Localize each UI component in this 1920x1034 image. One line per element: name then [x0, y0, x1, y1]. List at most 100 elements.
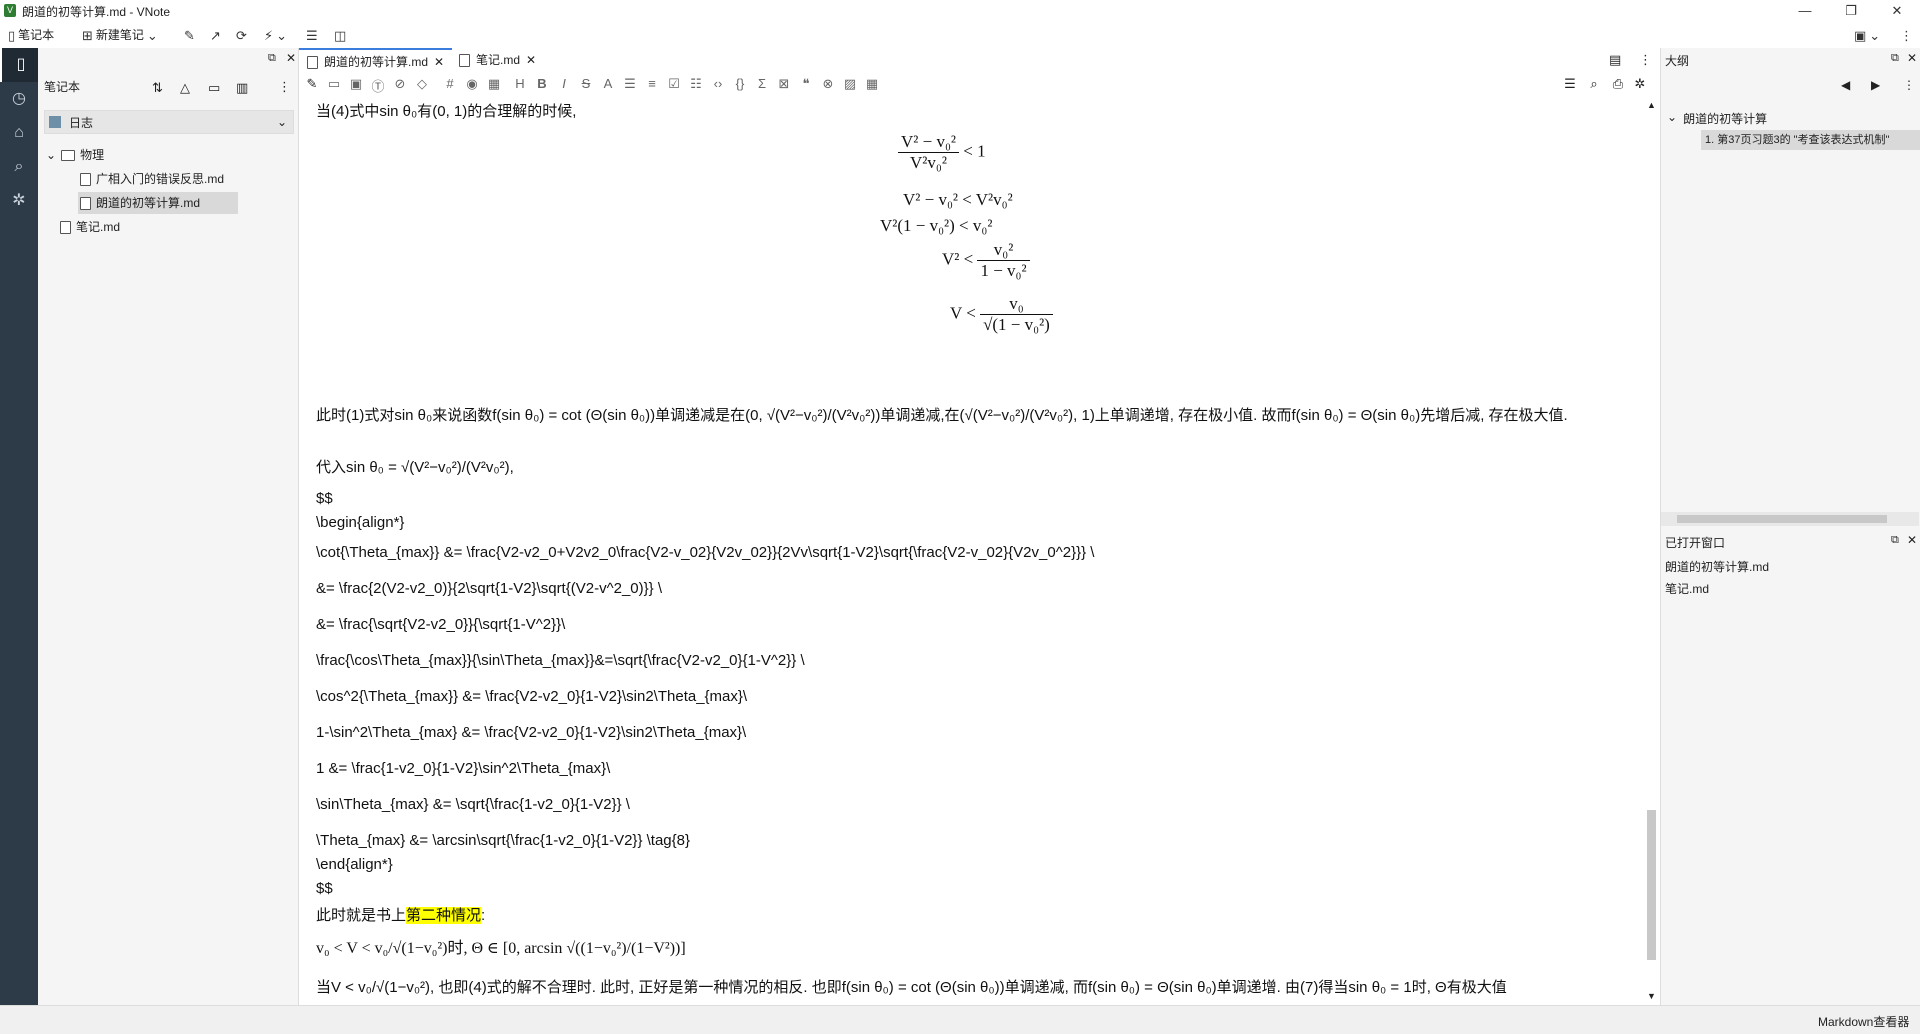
tree-folder[interactable]: ⌄ 物理: [46, 144, 104, 166]
latex-line: \frac{\cos\Theta_{max}}{\sin\Theta_{max}…: [316, 652, 805, 669]
new-folder-icon[interactable]: ▭: [208, 80, 220, 96]
outline-toggle-icon[interactable]: ☰: [1559, 76, 1581, 92]
chevron-down-icon[interactable]: ⌄: [147, 29, 158, 42]
tree-file-selected[interactable]: 朗道的初等计算.md: [78, 192, 238, 214]
outline-hscrollbar[interactable]: [1661, 512, 1919, 526]
latex-line: $$: [316, 490, 333, 507]
tree-file[interactable]: 广相入门的错误反思.md: [80, 168, 224, 190]
scroll-down-icon[interactable]: ▼: [1647, 991, 1656, 1001]
outline-next-icon[interactable]: ▶: [1871, 78, 1880, 92]
tools-icon[interactable]: ✲: [1629, 76, 1651, 92]
ordered-list-icon[interactable]: ≡: [641, 76, 663, 91]
close-panel-icon[interactable]: ✕: [286, 51, 296, 65]
strikethrough-icon[interactable]: S: [575, 76, 597, 91]
minimize-button[interactable]: —: [1782, 0, 1828, 22]
library-icon[interactable]: ▥: [236, 80, 248, 96]
paragraph-1: 此时(1)式对sin θ₀来说函数f(sin θ₀) = cot (Θ(sin …: [316, 407, 1568, 424]
insert-image-icon[interactable]: ▨: [839, 76, 861, 92]
tab[interactable]: 笔记.md ✕: [451, 48, 544, 72]
scrollbar-thumb[interactable]: [1647, 810, 1656, 960]
close-tab-icon[interactable]: ✕: [526, 48, 536, 72]
tree-file[interactable]: 笔记.md: [60, 216, 120, 238]
italic-icon[interactable]: I: [553, 76, 575, 91]
close-button[interactable]: ✕: [1874, 0, 1920, 22]
unordered-list-icon[interactable]: ☰: [619, 76, 641, 92]
float-panel-icon[interactable]: ⧉: [268, 52, 276, 65]
new-note-button[interactable]: ⊞ 新建笔记 ⌄: [82, 26, 158, 44]
settings-icon[interactable]: ☰: [306, 26, 318, 44]
notebook-explorer-icon[interactable]: ▯: [0, 48, 40, 82]
heading-icon[interactable]: #: [439, 76, 461, 91]
markdown-viewer: 当(4)式中sin θ₀有(0, 1)的合理解的时候, V² − v₀² V²v₀…: [312, 98, 1642, 1005]
tab-more-icon[interactable]: ⋮: [1639, 52, 1652, 68]
float-panel-icon[interactable]: ⧉: [1891, 534, 1899, 547]
panel-icon[interactable]: ◫: [334, 26, 346, 44]
link-icon[interactable]: ⊗: [817, 76, 839, 92]
restore-button[interactable]: ❐: [1828, 0, 1874, 22]
outline-root-label: 朗道的初等计算: [1683, 112, 1768, 126]
app-icon: V: [4, 4, 16, 17]
type-icon[interactable]: Ⓣ: [367, 76, 389, 95]
tag-icon[interactable]: ⌂: [0, 116, 38, 150]
edit-icon[interactable]: ✎: [184, 26, 195, 44]
print-icon[interactable]: ⎙: [1607, 76, 1629, 92]
open-external-icon[interactable]: ↗: [210, 26, 221, 44]
view-icon[interactable]: ▣: [345, 76, 367, 92]
equation-1: V² − v₀² V²v₀² < 1: [898, 132, 986, 173]
bold-icon[interactable]: B: [531, 76, 553, 91]
tab-list-icon[interactable]: ▤: [1609, 52, 1621, 68]
book-icon: ▯: [8, 27, 16, 43]
outline-panel: 大纲 ⧉ ✕ ◀ ▶ ⋮ ⌄ 朗道的初等计算 1. 第37页习题3的 "考查该表达…: [1660, 48, 1920, 528]
equation-3: V²(1 − v₀²) < v₀²: [880, 216, 993, 235]
todo-list-icon[interactable]: ☑: [663, 76, 685, 92]
navpanel-more-icon[interactable]: ⋮: [278, 79, 291, 95]
outline-more-icon[interactable]: ⋮: [1903, 78, 1915, 92]
layout-icon[interactable]: ▣ ⌄: [1854, 26, 1880, 44]
notebook-selector[interactable]: 日志 ⌄: [44, 110, 294, 134]
history-icon[interactable]: ◷: [0, 82, 38, 116]
sort-icon[interactable]: ⇅: [152, 80, 163, 96]
header-icon[interactable]: H: [509, 76, 531, 91]
outline-prev-icon[interactable]: ◀: [1841, 78, 1850, 92]
sync-icon[interactable]: ⟳: [236, 26, 247, 44]
chevron-down-icon[interactable]: ⌄: [277, 115, 287, 129]
folder-label: 物理: [80, 148, 105, 162]
image-icon[interactable]: ▦: [483, 76, 505, 92]
table-icon[interactable]: ▦: [861, 76, 883, 92]
notebook-menu[interactable]: ▯ 笔记本: [8, 26, 54, 44]
preview-icon[interactable]: ◉: [461, 76, 483, 92]
chevron-down-icon[interactable]: ⌄: [46, 144, 56, 166]
scroll-up-icon[interactable]: ▲: [1647, 100, 1656, 110]
tag-icon[interactable]: ◇: [411, 76, 433, 92]
outline-item[interactable]: 1. 第37页习题3的 "考查该表达式机制": [1701, 130, 1920, 150]
float-panel-icon[interactable]: ⧉: [1891, 52, 1899, 65]
find-icon[interactable]: ⌕: [1583, 76, 1605, 92]
flash-icon[interactable]: ⚡ ⌄: [264, 26, 287, 44]
editor-mode-status[interactable]: Markdown查看器: [1818, 1013, 1909, 1030]
snippet-icon[interactable]: ✲: [0, 184, 38, 218]
checked-list-icon[interactable]: ☷: [685, 76, 707, 92]
mark-icon[interactable]: A: [597, 76, 619, 91]
math-block-icon[interactable]: ⊠: [773, 76, 795, 92]
file-icon: [459, 53, 470, 67]
open-window-item[interactable]: 笔记.md: [1665, 580, 1709, 597]
code-icon[interactable]: ‹›: [707, 76, 729, 91]
close-tab-icon[interactable]: ✕: [434, 50, 444, 74]
search-icon[interactable]: ⌕: [0, 150, 38, 184]
attachment-icon[interactable]: ⊘: [389, 76, 411, 92]
edit-mode-icon[interactable]: ✎: [301, 76, 323, 92]
more-menu-icon[interactable]: ⋮: [1900, 26, 1913, 44]
save-icon[interactable]: ▭: [323, 76, 345, 92]
tab-active[interactable]: 朗道的初等计算.md ✕: [299, 48, 453, 74]
quote-icon[interactable]: ❝: [795, 76, 817, 92]
math-icon[interactable]: Σ: [751, 76, 773, 91]
outline-hscroll-thumb[interactable]: [1677, 515, 1887, 523]
filter-icon[interactable]: △: [180, 80, 190, 96]
close-panel-icon[interactable]: ✕: [1907, 533, 1917, 547]
outline-root[interactable]: ⌄ 朗道的初等计算: [1667, 110, 1767, 127]
open-windows-panel: 已打开窗口 ⧉ ✕ 朗道的初等计算.md 笔记.md: [1660, 528, 1920, 1005]
open-window-item[interactable]: 朗道的初等计算.md: [1665, 558, 1769, 575]
chevron-down-icon[interactable]: ⌄: [1667, 110, 1677, 127]
close-panel-icon[interactable]: ✕: [1907, 51, 1917, 65]
code-block-icon[interactable]: {}: [729, 76, 751, 91]
